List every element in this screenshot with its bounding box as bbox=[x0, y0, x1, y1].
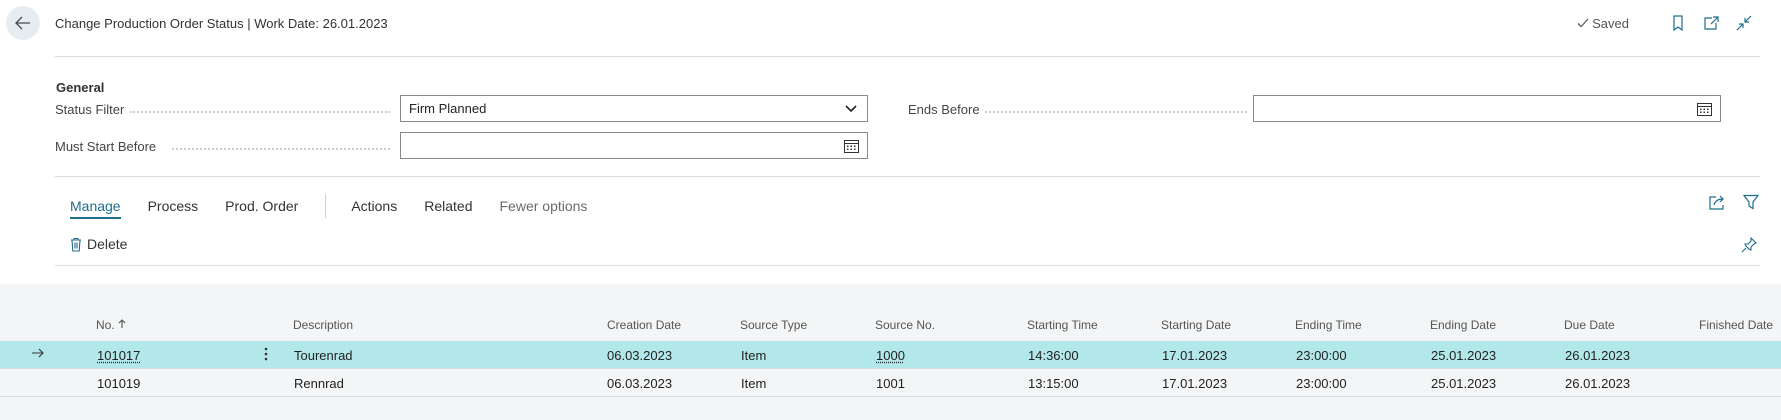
row-ending-time: 23:00:00 bbox=[1296, 348, 1347, 363]
ends-before-label: Ends Before bbox=[908, 102, 980, 117]
delete-button[interactable]: Delete bbox=[70, 236, 127, 252]
row-starting-date: 17.01.2023 bbox=[1162, 348, 1228, 363]
row-due-date: 26.01.2023 bbox=[1565, 376, 1631, 391]
pin-icon bbox=[1741, 237, 1757, 253]
row-source-no[interactable]: 1001 bbox=[876, 376, 905, 391]
must-start-before-leader bbox=[172, 148, 390, 150]
chevron-down-icon bbox=[843, 101, 859, 117]
general-section-title: General bbox=[56, 80, 105, 95]
row-ending-time: 23:00:00 bbox=[1296, 376, 1347, 391]
page-title: Change Production Order Status | Work Da… bbox=[55, 16, 388, 31]
row-creation-date: 06.03.2023 bbox=[607, 376, 673, 391]
status-filter-label: Status Filter bbox=[55, 102, 125, 117]
actions-divider bbox=[55, 265, 1760, 266]
header-divider bbox=[55, 56, 1760, 57]
row-starting-time: 14:36:00 bbox=[1028, 348, 1079, 363]
tab-related[interactable]: Related bbox=[424, 198, 472, 214]
row-description: Tourenrad bbox=[294, 348, 353, 363]
pin-action-bar-button[interactable] bbox=[1740, 236, 1758, 254]
filter-button[interactable] bbox=[1742, 193, 1760, 211]
back-button[interactable] bbox=[6, 6, 40, 40]
row-starting-date: 17.01.2023 bbox=[1162, 376, 1228, 391]
row-source-type: Item bbox=[741, 348, 767, 363]
tab-actions[interactable]: Actions bbox=[351, 198, 397, 214]
row-source-type: Item bbox=[741, 376, 767, 391]
column-header-no[interactable]: No. bbox=[96, 318, 126, 332]
saved-status: Saved bbox=[1577, 16, 1629, 31]
trash-icon bbox=[71, 237, 81, 252]
row-due-date: 26.01.2023 bbox=[1565, 348, 1631, 363]
collapse-icon bbox=[1736, 15, 1752, 31]
filter-icon bbox=[1743, 194, 1759, 210]
tab-process[interactable]: Process bbox=[148, 198, 199, 214]
row-creation-date: 06.03.2023 bbox=[607, 348, 673, 363]
column-header-ending-time[interactable]: Ending Time bbox=[1295, 318, 1362, 332]
share-button[interactable] bbox=[1709, 193, 1727, 211]
must-start-before-label: Must Start Before bbox=[55, 139, 157, 154]
status-filter-value: Firm Planned bbox=[409, 101, 487, 116]
arrow-right-icon bbox=[31, 346, 45, 363]
column-header-starting-time[interactable]: Starting Time bbox=[1027, 318, 1098, 332]
arrow-left-icon bbox=[15, 16, 30, 30]
tab-prod-order[interactable]: Prod. Order bbox=[225, 198, 298, 214]
must-start-before-field[interactable] bbox=[400, 132, 868, 159]
row-menu-button[interactable] bbox=[259, 346, 273, 365]
open-new-window-button[interactable] bbox=[1700, 12, 1722, 34]
delete-label: Delete bbox=[87, 236, 128, 252]
row-ending-date: 25.01.2023 bbox=[1431, 376, 1497, 391]
row-ending-date: 25.01.2023 bbox=[1431, 348, 1497, 363]
column-header-ending-date[interactable]: Ending Date bbox=[1430, 318, 1496, 332]
status-filter-leader bbox=[130, 111, 390, 113]
saved-label: Saved bbox=[1592, 15, 1629, 31]
row-divider bbox=[0, 396, 1781, 397]
ends-before-field[interactable] bbox=[1253, 95, 1721, 122]
column-header-source-no[interactable]: Source No. bbox=[875, 318, 935, 332]
share-icon bbox=[1709, 195, 1724, 210]
row-no[interactable]: 101017 bbox=[97, 348, 140, 363]
row-starting-time: 13:15:00 bbox=[1028, 376, 1079, 391]
open-in-new-window-icon bbox=[1704, 16, 1719, 30]
more-vertical-icon bbox=[264, 347, 268, 361]
action-bar-separator bbox=[325, 194, 327, 218]
row-source-no[interactable]: 1000 bbox=[876, 348, 905, 363]
action-bar: Manage Process Prod. Order Actions Relat… bbox=[70, 194, 614, 219]
ends-before-leader bbox=[985, 111, 1247, 113]
collapse-button[interactable] bbox=[1733, 12, 1755, 34]
status-filter-select[interactable]: Firm Planned bbox=[400, 95, 868, 122]
column-header-starting-date[interactable]: Starting Date bbox=[1161, 318, 1231, 332]
table-row[interactable]: 101019 Rennrad 06.03.2023 Item 1001 13:1… bbox=[0, 369, 1781, 397]
sort-ascending-icon bbox=[118, 319, 126, 328]
tab-manage[interactable]: Manage bbox=[70, 198, 121, 219]
bookmark-button[interactable] bbox=[1667, 12, 1689, 34]
calendar-icon[interactable] bbox=[1696, 101, 1712, 117]
column-header-source-type[interactable]: Source Type bbox=[740, 318, 807, 332]
column-header-creation-date[interactable]: Creation Date bbox=[607, 318, 681, 332]
column-header-finished-date[interactable]: Finished Date bbox=[1699, 318, 1773, 332]
row-no[interactable]: 101019 bbox=[97, 376, 140, 391]
checkmark-icon bbox=[1577, 18, 1589, 28]
calendar-icon[interactable] bbox=[843, 138, 859, 154]
column-header-no-label: No. bbox=[96, 318, 115, 332]
column-header-description[interactable]: Description bbox=[293, 318, 353, 332]
fewer-options-button[interactable]: Fewer options bbox=[500, 198, 588, 214]
row-description: Rennrad bbox=[294, 376, 344, 391]
general-divider bbox=[55, 176, 1760, 177]
bookmark-icon bbox=[1673, 15, 1683, 31]
column-header-due-date[interactable]: Due Date bbox=[1564, 318, 1615, 332]
table-row[interactable]: 101017 Tourenrad 06.03.2023 Item 1000 14… bbox=[0, 341, 1781, 369]
